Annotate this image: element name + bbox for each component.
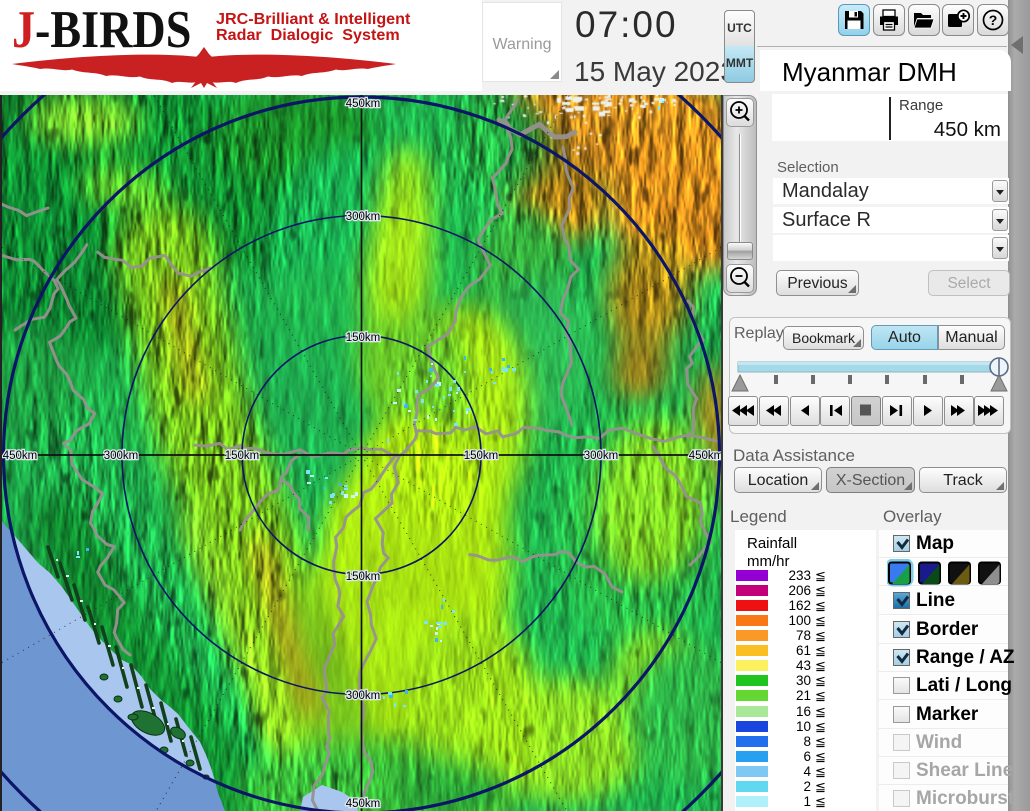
- svg-text:450km: 450km: [3, 450, 38, 462]
- svg-text:450km: 450km: [689, 450, 722, 462]
- svg-text:450km: 450km: [346, 798, 381, 810]
- svg-text:150km: 150km: [346, 332, 381, 344]
- svg-text:300km: 300km: [346, 690, 381, 702]
- svg-text:150km: 150km: [225, 450, 260, 462]
- svg-text:300km: 300km: [584, 450, 619, 462]
- svg-text:300km: 300km: [346, 211, 381, 223]
- svg-text:150km: 150km: [464, 450, 499, 462]
- svg-text:450km: 450km: [346, 98, 381, 110]
- svg-text:300km: 300km: [104, 450, 139, 462]
- svg-text:150km: 150km: [346, 571, 381, 583]
